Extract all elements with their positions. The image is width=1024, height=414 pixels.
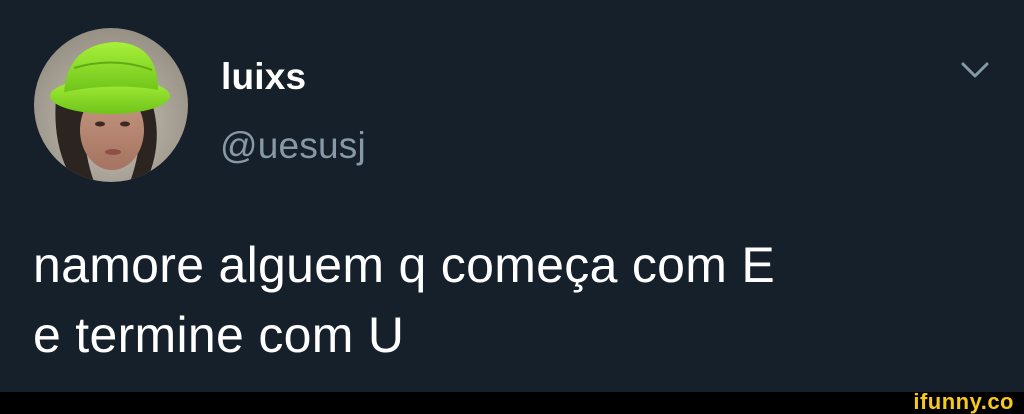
avatar-photo-icon	[34, 28, 188, 182]
user-avatar[interactable]	[34, 28, 188, 182]
tweet-menu-button[interactable]	[957, 58, 993, 82]
footer-bar	[0, 392, 1024, 414]
tweet-text: namore alguem q começa com E e termine c…	[33, 237, 776, 363]
user-handle[interactable]: @uesusj	[220, 124, 366, 168]
ifunny-watermark: ifunny.co	[913, 389, 1014, 414]
chevron-down-icon	[961, 62, 989, 78]
tweet-card: luixs @uesusj namore alguem q começa com…	[0, 0, 1024, 392]
display-name[interactable]: luixs	[221, 55, 306, 99]
